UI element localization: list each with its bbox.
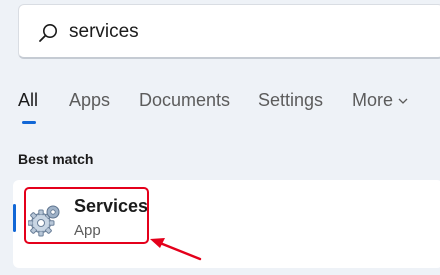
tab-documents[interactable]: Documents [139,90,230,111]
best-match-result[interactable]: Services App [13,180,440,268]
tab-settings[interactable]: Settings [258,90,323,111]
chevron-down-icon [398,98,408,105]
search-box[interactable] [18,4,440,59]
search-icon [39,24,57,42]
annotation-highlight-box [24,187,149,244]
tab-more[interactable]: More [352,90,409,111]
annotation-arrow [150,238,202,261]
tab-more-label: More [352,90,394,110]
tab-all[interactable]: All [18,90,38,111]
active-tab-indicator [22,121,36,124]
tab-apps[interactable]: Apps [69,90,110,111]
selection-indicator [13,204,16,232]
best-match-heading: Best match [18,151,94,167]
search-input[interactable] [69,18,409,46]
